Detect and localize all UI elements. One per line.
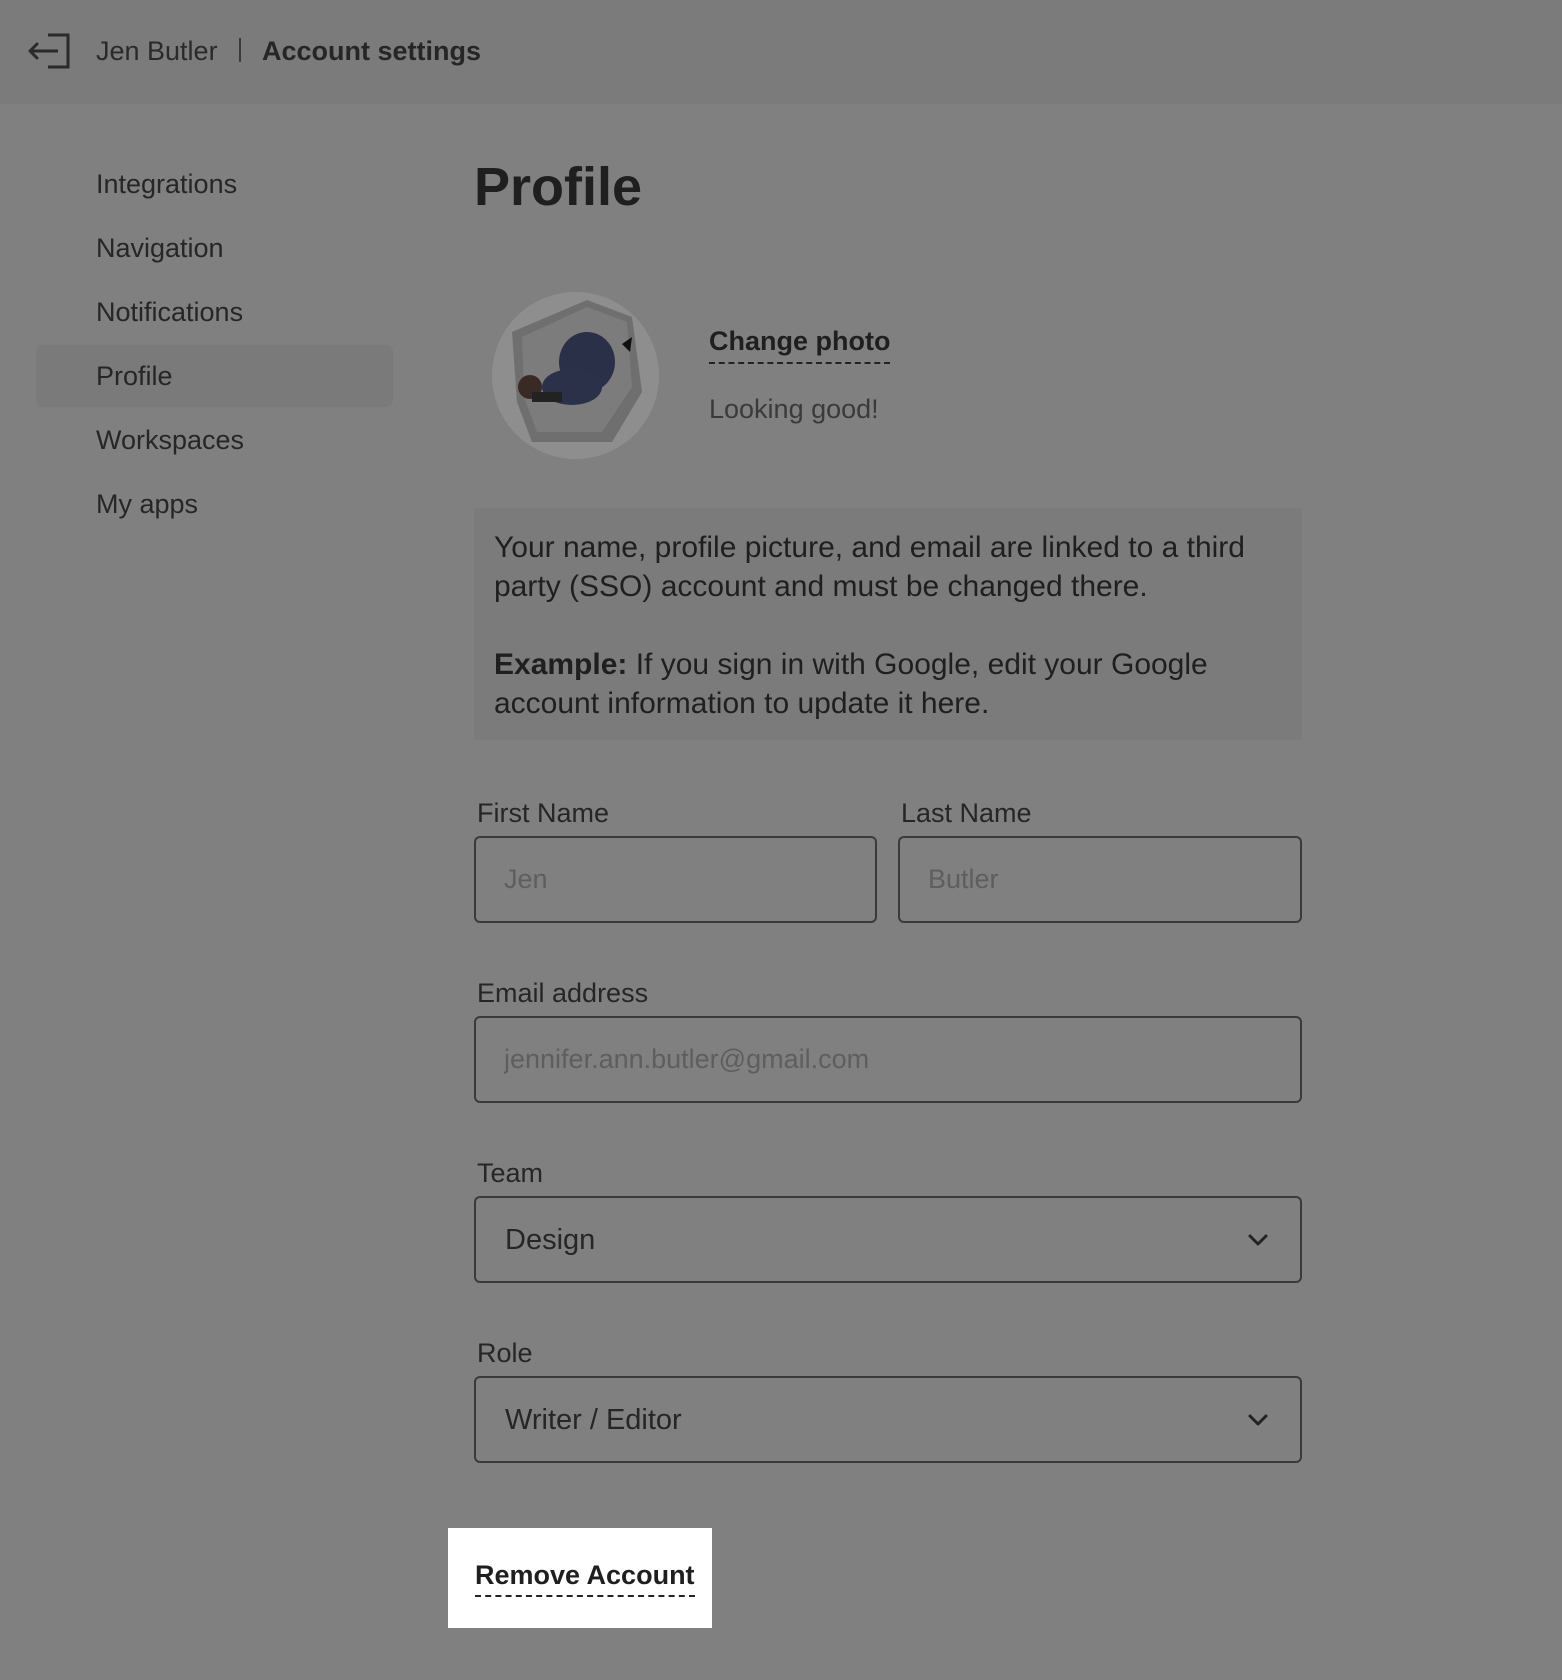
breadcrumb-divider xyxy=(239,38,241,62)
photo-caption: Looking good! xyxy=(709,394,879,424)
email-field[interactable] xyxy=(474,1016,1302,1103)
sidebar-item-workspaces[interactable]: Workspaces xyxy=(36,409,393,471)
top-bar: Jen Butler Account settings xyxy=(0,0,1562,104)
avatar xyxy=(492,292,659,459)
page-title: Profile xyxy=(474,157,643,217)
team-label: Team xyxy=(477,1158,544,1188)
role-select[interactable]: Writer / Editor xyxy=(474,1376,1302,1463)
chevron-down-icon xyxy=(1248,1414,1268,1426)
email-label: Email address xyxy=(477,978,649,1008)
sidebar-item-notifications[interactable]: Notifications xyxy=(36,281,393,343)
role-select-value: Writer / Editor xyxy=(505,1404,682,1436)
breadcrumb-page-title: Account settings xyxy=(262,36,482,66)
remove-account-link[interactable]: Remove Account xyxy=(475,1558,695,1597)
change-photo-link[interactable]: Change photo xyxy=(709,324,891,364)
team-select[interactable]: Design xyxy=(474,1196,1302,1283)
last-name-field[interactable] xyxy=(898,836,1302,923)
sso-notice-text: Your name, profile picture, and email ar… xyxy=(494,531,1245,603)
first-name-field[interactable] xyxy=(474,836,877,923)
first-name-label: First Name xyxy=(477,798,610,828)
breadcrumb-user-name: Jen Butler xyxy=(96,36,218,66)
sidebar-item-profile[interactable]: Profile xyxy=(36,345,393,407)
avatar-photo xyxy=(492,292,659,459)
sidebar-item-navigation[interactable]: Navigation xyxy=(36,217,393,279)
exit-arrow-icon[interactable] xyxy=(26,31,72,71)
team-select-value: Design xyxy=(505,1224,596,1256)
sidebar-item-integrations[interactable]: Integrations xyxy=(36,153,393,215)
last-name-label: Last Name xyxy=(901,798,1032,828)
remove-account-highlight: Remove Account xyxy=(448,1528,712,1628)
sso-notice-example: Example: If you sign in with Google, edi… xyxy=(494,645,1282,723)
example-label: Example: xyxy=(494,648,628,681)
sso-notice: Your name, profile picture, and email ar… xyxy=(474,508,1302,740)
role-label: Role xyxy=(477,1338,533,1368)
chevron-down-icon xyxy=(1248,1234,1268,1246)
sidebar-item-my-apps[interactable]: My apps xyxy=(36,473,393,535)
